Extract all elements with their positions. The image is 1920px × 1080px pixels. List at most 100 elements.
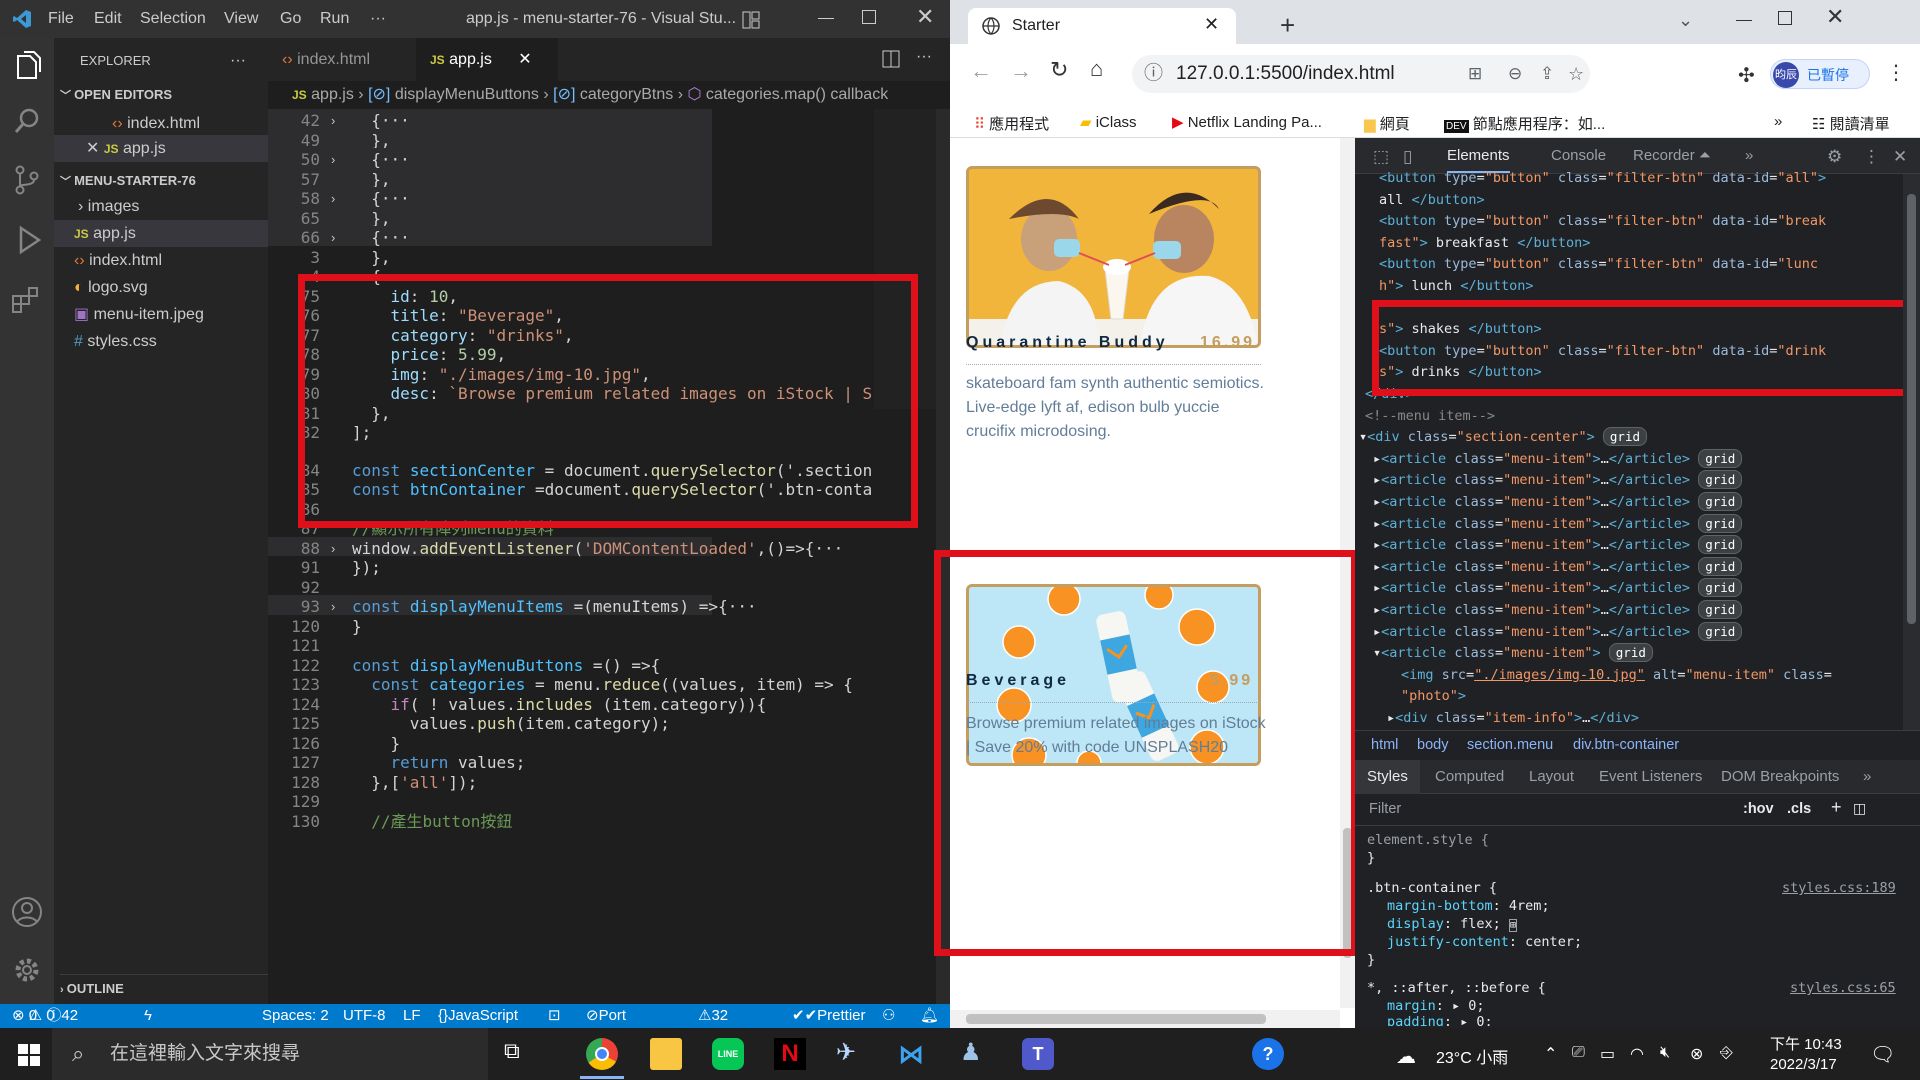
scroll-thumb[interactable]: [1907, 194, 1916, 624]
dom-node-line[interactable]: <button type="button" class="filter-btn"…: [1379, 211, 1826, 233]
bookmark-iclass[interactable]: ▰ iClass: [1080, 113, 1137, 131]
menu-go[interactable]: Go: [280, 10, 301, 28]
hscroll-thumb[interactable]: [966, 1014, 1266, 1024]
tree-item-menu-item-jpeg[interactable]: ▣ menu-item.jpeg: [74, 301, 288, 328]
bookmark-netflix[interactable]: ▶ Netflix Landing Pa...: [1172, 113, 1322, 131]
dom-node-line[interactable]: ▸<article class="menu-item">…</article> …: [1373, 556, 1743, 579]
tab-index-html[interactable]: ‹› index.html: [268, 38, 408, 81]
vscode-taskbar-icon[interactable]: ⋈: [898, 1038, 930, 1070]
tab-layout[interactable]: Layout: [1529, 768, 1574, 785]
breadcrumb-item[interactable]: displayMenuButtons: [395, 86, 539, 103]
ime-icon[interactable]: ⊗: [1690, 1044, 1703, 1064]
notifications-icon[interactable]: 🔔︎: [920, 1004, 939, 1028]
close-icon[interactable]: ✕: [518, 51, 531, 68]
tab-event-listeners[interactable]: Event Listeners: [1599, 768, 1702, 785]
device-toolbar-icon[interactable]: ▯: [1403, 147, 1412, 167]
clock-time[interactable]: 下午 10:43: [1770, 1033, 1842, 1054]
filter-input[interactable]: Filter: [1369, 801, 1401, 817]
browser-maximize-icon[interactable]: [1778, 11, 1792, 25]
tab-app-js[interactable]: JS app.js ✕: [416, 38, 558, 81]
split-editor-icon[interactable]: [882, 50, 900, 68]
language-status[interactable]: {} JavaScript: [438, 1004, 518, 1028]
tree-item-logo-svg[interactable]: ◐ logo.svg: [74, 274, 288, 301]
dom-node-line[interactable]: ▸<article class="menu-item">…</article> …: [1373, 621, 1743, 644]
zoom-icon[interactable]: ⊖: [1508, 55, 1522, 93]
accounts-status-icon[interactable]: ⚇: [882, 1004, 895, 1028]
code-line[interactable]: const displayMenuItems =(menuItems) =>{·…: [352, 595, 757, 619]
code-line[interactable]: window.addEventListener('DOMContentLoade…: [352, 537, 843, 561]
dom-node-line[interactable]: ▸<article class="menu-item">…</article> …: [1373, 535, 1743, 557]
bookmarks-overflow[interactable]: »: [1774, 113, 1782, 130]
spell-status[interactable]: ⚠ 32 Spell: [698, 1004, 745, 1048]
open-editors-header[interactable]: ﹀ OPEN EDITORS: [60, 81, 274, 108]
toggle-sidebar-icon[interactable]: ◫: [1853, 800, 1866, 817]
tree-item-app-js[interactable]: JS app.js: [54, 220, 268, 247]
fold-chevron-icon[interactable]: ›: [331, 226, 335, 250]
close-tab-icon[interactable]: ✕: [1204, 14, 1219, 35]
tab-dom-breakpoints[interactable]: DOM Breakpoints: [1721, 768, 1839, 785]
reload-icon[interactable]: ↻: [1050, 57, 1068, 83]
tray-overflow-icon[interactable]: ⌃: [1544, 1044, 1557, 1064]
tab-console[interactable]: Console: [1551, 147, 1606, 164]
bookmark-star-icon[interactable]: ☆: [1568, 55, 1584, 93]
problems-status[interactable]: ⊗ 0 ⚠ 0 ⓘ 42: [12, 1004, 78, 1028]
devtools-settings-icon[interactable]: ⚙: [1827, 147, 1842, 167]
new-tab-button[interactable]: +: [1280, 12, 1295, 38]
dom-node-line[interactable]: fast"> breakfast </button>: [1379, 233, 1590, 255]
encoding-status[interactable]: UTF-8: [343, 1004, 386, 1028]
tab-recorder[interactable]: Recorder ⏶: [1633, 147, 1711, 164]
run-debug-icon[interactable]: [9, 222, 45, 258]
browser-close-icon[interactable]: ✕: [1826, 4, 1844, 30]
settings-gear-icon[interactable]: [9, 952, 45, 988]
explorer-icon[interactable]: [9, 48, 45, 84]
hov-toggle[interactable]: :hov: [1743, 801, 1774, 817]
source-control-icon[interactable]: [9, 162, 45, 198]
browser-tab[interactable]: Starter ✕: [968, 8, 1236, 44]
port-status[interactable]: ⊘ Port : 5500: [586, 1004, 632, 1072]
dom-node-line[interactable]: ▸<article class="menu-item">…</article> …: [1373, 470, 1743, 492]
extensions-icon[interactable]: ✣: [1738, 63, 1755, 88]
close-window-icon[interactable]: ✕: [916, 4, 934, 30]
taskbar-search[interactable]: ⌕ 在這裡輸入文字來搜尋: [52, 1028, 488, 1080]
eol-status[interactable]: LF: [403, 1004, 421, 1028]
css-source-link[interactable]: styles.css:65: [1790, 980, 1896, 997]
crumb-btn-container[interactable]: div.btn-container: [1573, 737, 1679, 753]
profile-button[interactable]: 昀辰 已暫停: [1770, 59, 1870, 89]
file-explorer-icon[interactable]: [650, 1038, 682, 1070]
remote-icon[interactable]: ϟ: [144, 1004, 152, 1028]
css-source-link[interactable]: styles.css:189: [1782, 880, 1896, 897]
open-editor-app-js[interactable]: ✕ JS app.js: [54, 135, 268, 162]
dom-node-line[interactable]: "photo">: [1401, 686, 1466, 708]
editor-more-icon[interactable]: ···: [916, 48, 932, 66]
code-line[interactable]: });: [352, 556, 381, 580]
onenote-icon[interactable]: ✈: [836, 1038, 868, 1070]
clock-date[interactable]: 2022/3/17: [1770, 1056, 1837, 1073]
code-line[interactable]: }: [352, 615, 362, 639]
weather-text[interactable]: 23°C 小雨: [1436, 1044, 1508, 1068]
crumb-html[interactable]: html: [1371, 737, 1398, 753]
menu-edit[interactable]: Edit: [94, 10, 122, 28]
menu-more[interactable]: ···: [370, 10, 386, 28]
browser-menu-icon[interactable]: ⋮: [1886, 60, 1906, 85]
fold-chevron-icon[interactable]: ›: [331, 537, 335, 561]
tab-computed[interactable]: Computed: [1435, 768, 1504, 785]
tab-more-styles[interactable]: »: [1863, 768, 1871, 785]
crumb-section-menu[interactable]: section.menu: [1467, 737, 1553, 753]
dom-node-line[interactable]: <img src="./images/img-10.jpg" alt="menu…: [1401, 665, 1832, 687]
dom-node-line[interactable]: ▸<div class="item-info">…</div>: [1387, 708, 1639, 730]
tray-device-icon[interactable]: ⎚: [1572, 1044, 1585, 1062]
close-icon[interactable]: ✕: [86, 140, 99, 157]
accounts-icon[interactable]: [9, 894, 45, 930]
postgres-icon[interactable]: ♟: [960, 1038, 992, 1070]
dom-node-line[interactable]: <button type="button" class="filter-btn"…: [1379, 254, 1818, 276]
folder-header[interactable]: ﹀ MENU-STARTER-76: [60, 167, 274, 194]
address-bar[interactable]: ⓘ 127.0.0.1:5500/index.html ⊞ ⊖ ⇪ ☆: [1132, 55, 1590, 93]
dom-node-line[interactable]: all </button>: [1379, 190, 1485, 212]
tab-search-icon[interactable]: ⌄: [1678, 10, 1693, 31]
back-icon[interactable]: ←: [970, 58, 992, 84]
chrome-icon[interactable]: [586, 1038, 618, 1070]
explorer-more-icon[interactable]: ···: [230, 47, 260, 74]
tree-item-images[interactable]: › images: [78, 193, 292, 220]
indentation-status[interactable]: Spaces: 2: [262, 1004, 329, 1028]
share-icon[interactable]: ⇪: [1540, 55, 1554, 93]
